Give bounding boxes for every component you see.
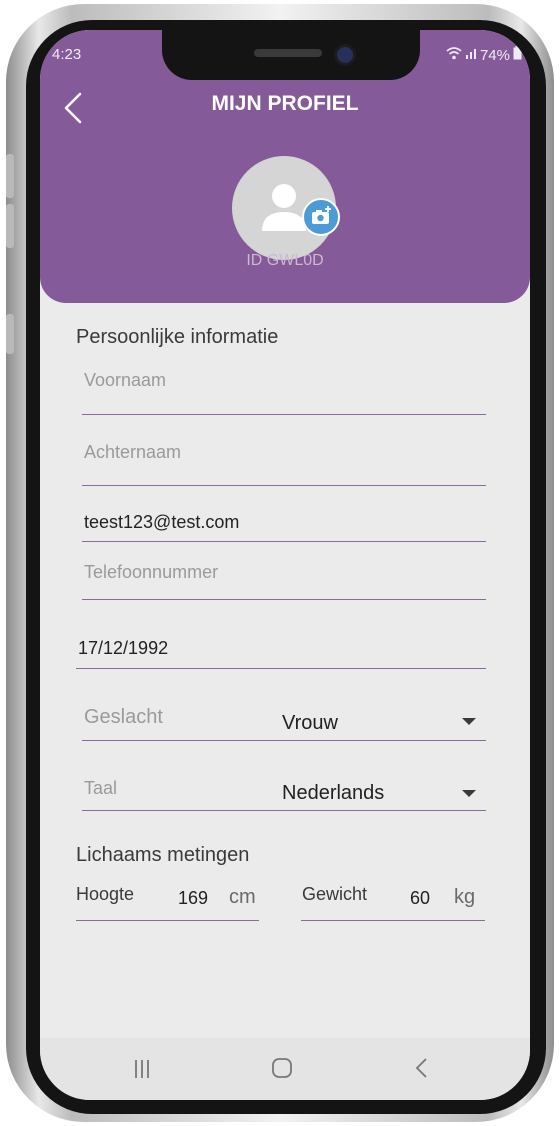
gender-value: Vrouw — [282, 712, 338, 734]
front-camera — [334, 44, 356, 66]
status-time: 4:23 — [52, 46, 82, 63]
signal-icon — [465, 47, 477, 64]
language-label: Taal — [84, 778, 118, 798]
phone-field[interactable]: Telefoonnummer — [82, 560, 486, 600]
weight-underline — [301, 920, 485, 921]
birthdate-field[interactable]: 17/12/1992 — [76, 634, 486, 669]
weight-value: 60 — [410, 888, 431, 908]
dropdown-arrow-icon — [462, 718, 476, 725]
home-icon — [272, 1058, 292, 1078]
change-photo-button[interactable] — [302, 198, 340, 236]
profile-header: 4:23 74% MIJN PROFIEL ID GWL0D — [40, 30, 530, 303]
last-name-placeholder: Achternaam — [84, 442, 182, 462]
language-select[interactable]: Taal Nederlands — [82, 776, 486, 811]
page-title: MIJN PROFIEL — [211, 92, 359, 115]
height-value: 169 — [178, 888, 209, 908]
phone-placeholder: Telefoonnummer — [84, 562, 219, 582]
dropdown-arrow-icon — [462, 790, 476, 797]
email-field[interactable]: teest123@test.com — [82, 508, 486, 542]
camera-add-icon — [312, 206, 331, 224]
height-unit: cm — [229, 886, 256, 908]
gender-select[interactable]: Geslacht Vrouw — [82, 702, 486, 741]
battery-level: 74% — [479, 46, 510, 64]
email-value: teest123@test.com — [84, 512, 240, 532]
height-underline — [76, 920, 259, 921]
section-title-personal: Persoonlijke informatie — [76, 326, 279, 348]
birthdate-value: 17/12/1992 — [78, 638, 169, 658]
system-nav-bar — [40, 1038, 530, 1100]
recent-apps-icon — [135, 1060, 149, 1078]
battery-icon — [513, 46, 522, 64]
side-button — [6, 154, 14, 198]
screen: 4:23 74% MIJN PROFIEL ID GWL0D Persoonli… — [40, 30, 530, 1100]
back-nav-icon — [415, 1058, 427, 1078]
home-button[interactable] — [262, 1054, 302, 1084]
wifi-icon — [446, 46, 462, 64]
side-button — [6, 204, 14, 248]
height-label: Hoogte — [76, 884, 135, 904]
side-button — [6, 314, 14, 354]
weight-unit: kg — [454, 886, 476, 908]
nav-back-button[interactable] — [402, 1054, 442, 1084]
first-name-placeholder: Voornaam — [84, 370, 167, 390]
first-name-field[interactable]: Voornaam — [82, 366, 486, 415]
section-title-measurements: Lichaams metingen — [76, 844, 250, 866]
gender-label: Geslacht — [84, 706, 163, 728]
weight-label: Gewicht — [302, 884, 368, 904]
user-id: ID GWL0D — [246, 252, 324, 269]
status-icons: 74% — [446, 46, 522, 64]
notch — [162, 30, 420, 80]
recent-apps-button[interactable] — [122, 1054, 162, 1084]
last-name-field[interactable]: Achternaam — [82, 438, 486, 486]
language-value: Nederlands — [282, 782, 385, 804]
speaker-grille — [254, 49, 322, 57]
